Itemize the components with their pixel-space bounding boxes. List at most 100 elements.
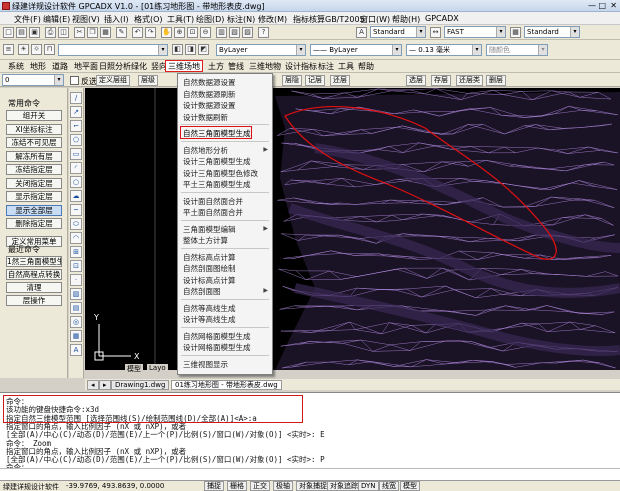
circle-icon[interactable]: ○	[70, 176, 82, 188]
maximize-button[interactable]: □	[598, 1, 606, 10]
dropdown-item-10[interactable]: 平土面自然面合并	[183, 207, 243, 218]
status-toggle-6[interactable]: DYN	[358, 481, 379, 491]
dropdown-item-18[interactable]: 设计等高线生成	[183, 314, 236, 325]
design-center-icon[interactable]: ▧	[229, 27, 240, 38]
drawing-canvas[interactable]: Y X 模型 Layo	[85, 88, 620, 373]
command-input[interactable]	[0, 468, 620, 480]
dropdown-item-11[interactable]: 三角面模型编辑	[183, 224, 236, 235]
status-toggle-7[interactable]: 线宽	[379, 481, 399, 491]
zoom-previous-icon[interactable]: ⊖	[200, 27, 211, 38]
undo-icon[interactable]: ↶	[132, 27, 143, 38]
dropdown-item-13[interactable]: 自然标高点计算	[183, 252, 236, 263]
panel-button-6[interactable]: 显示指定层	[6, 191, 62, 202]
row4-button-5[interactable]: 选层	[406, 75, 426, 86]
dropdown-item-8[interactable]: 平土三角面模型生成	[183, 179, 251, 190]
menu-view[interactable]: 视图(V)	[72, 14, 100, 25]
dropdown-item-15[interactable]: 设计标高点计算	[183, 275, 236, 286]
paste-icon[interactable]: ▦	[100, 27, 111, 38]
tab-system[interactable]: 系统	[6, 61, 26, 72]
menu-draw[interactable]: 绘图(D)	[196, 14, 224, 25]
menu-gpcadx[interactable]: GPCADX	[425, 14, 459, 23]
construction-line-icon[interactable]: ↗	[70, 106, 82, 118]
polyline-icon[interactable]: ⌐	[70, 120, 82, 132]
layer-previous-icon[interactable]: ◨	[185, 44, 196, 55]
menu-dimension[interactable]: 标注(N)	[227, 14, 255, 25]
region-icon[interactable]: ◎	[70, 316, 82, 328]
tab-tools[interactable]: 工具	[336, 61, 356, 72]
status-toggle-5[interactable]: 对象追踪	[327, 481, 361, 491]
rectangle-icon[interactable]: ▭	[70, 148, 82, 160]
menu-help[interactable]: 帮助(H)	[392, 14, 420, 25]
menu-tools[interactable]: 工具(T)	[167, 14, 194, 25]
model-tab[interactable]: 模型	[125, 364, 143, 373]
cut-icon[interactable]: ✂	[74, 27, 85, 38]
gradient-icon[interactable]: ▤	[70, 302, 82, 314]
save-icon[interactable]: ▣	[29, 27, 40, 38]
layer-filter-combo[interactable]: 0 ▾	[2, 74, 64, 86]
pan-icon[interactable]: ✋	[161, 27, 172, 38]
new-file-icon[interactable]: □	[3, 27, 14, 38]
tab-earthwork[interactable]: 土方	[206, 61, 226, 72]
current-layer-combo[interactable]: ▾	[58, 44, 168, 56]
ellipse-icon[interactable]: ⬭	[70, 218, 82, 230]
tab-annotation[interactable]: 标注	[316, 61, 336, 72]
layer-state-icon[interactable]: ◩	[198, 44, 209, 55]
properties-icon[interactable]: ▥	[216, 27, 227, 38]
menu-modify[interactable]: 修改(M)	[258, 14, 287, 25]
help-icon[interactable]: ?	[258, 27, 269, 38]
tab-greening[interactable]: 绿化	[129, 61, 149, 72]
layer-manager-icon[interactable]: ≡	[3, 44, 14, 55]
table-icon[interactable]: ▦	[70, 330, 82, 342]
panel-button-0[interactable]: 组开关	[6, 110, 62, 121]
layout-tab[interactable]: Layo	[147, 364, 168, 372]
dropdown-item-21[interactable]: 三维视图显示	[183, 359, 228, 370]
tab-sunlight[interactable]: 日照分析	[97, 61, 133, 72]
status-toggle-2[interactable]: 正交	[250, 481, 270, 491]
tab-3d-objects[interactable]: 三维地物	[247, 61, 283, 72]
linetype-combo[interactable]: —— ByLayer ▾	[310, 44, 402, 56]
status-toggle-3[interactable]: 极轴	[273, 481, 293, 491]
color-combo[interactable]: ByLayer ▾	[216, 44, 306, 56]
menu-window[interactable]: 窗口(W)	[360, 14, 390, 25]
open-file-icon[interactable]: ▤	[16, 27, 27, 38]
dropdown-item-9[interactable]: 设计面自然面合并	[183, 196, 243, 207]
lightbulb-icon[interactable]: ☀	[18, 44, 29, 55]
zoom-realtime-icon[interactable]: ⊕	[174, 27, 185, 38]
dropdown-item-20[interactable]: 设计网格面模型生成	[183, 342, 251, 353]
menu-format[interactable]: 格式(O)	[134, 14, 163, 25]
panel-button-4[interactable]: 冻结指定层	[6, 164, 62, 175]
panel-button-8[interactable]: 删除指定层	[6, 218, 62, 229]
status-toggle-1[interactable]: 栅格	[227, 481, 247, 491]
sun-icon[interactable]: ☼	[31, 44, 42, 55]
copy-icon[interactable]: ❐	[87, 27, 98, 38]
recent-command-0[interactable]: 1然三角面模型生成	[6, 256, 62, 267]
menu-file[interactable]: 文件(F)	[14, 14, 41, 25]
row4-button-8[interactable]: 删层	[486, 75, 506, 86]
print-icon[interactable]: ⎙	[45, 27, 56, 38]
panel-button-3[interactable]: 解冻所有层	[6, 150, 62, 162]
polygon-icon[interactable]: ⬠	[70, 134, 82, 146]
spline-icon[interactable]: ~	[70, 204, 82, 216]
define-layer-group-button[interactable]: 定义层组	[96, 75, 130, 86]
dropdown-item-6[interactable]: 设计三角面模型生成	[183, 156, 251, 167]
match-icon[interactable]: ✎	[116, 27, 127, 38]
dropdown-item-12[interactable]: 整体土方计算	[183, 235, 228, 246]
make-current-icon[interactable]: ◧	[172, 44, 183, 55]
menu-insert[interactable]: 插入(I)	[104, 14, 129, 25]
dropdown-item-5[interactable]: 自然地形分析	[183, 145, 228, 156]
dim-style-combo[interactable]: FAST ▾	[444, 26, 506, 38]
lineweight-combo[interactable]: — 0.13 毫米 ▾	[406, 44, 482, 56]
tab-design-indicators[interactable]: 设计指标	[283, 61, 319, 72]
zoom-window-icon[interactable]: ⊡	[187, 27, 198, 38]
status-toggle-0[interactable]: 捕捉	[204, 481, 224, 491]
tool-palette-icon[interactable]: ▨	[242, 27, 253, 38]
tab-3d-site[interactable]: 三维场地	[165, 60, 203, 72]
insert-block-icon[interactable]: ⊞	[70, 246, 82, 258]
dropdown-item-1[interactable]: 自然数据源刷新	[183, 89, 236, 100]
tab-nav-right[interactable]: ▸	[99, 380, 111, 390]
tab-ground-plane[interactable]: 地平面	[72, 61, 100, 72]
tab-terrain[interactable]: 地形	[28, 61, 48, 72]
row4-button-7[interactable]: 还层类	[456, 75, 483, 86]
dropdown-item-16[interactable]: 自然剖面图	[183, 286, 221, 297]
tab-pipelines[interactable]: 管线	[226, 61, 246, 72]
